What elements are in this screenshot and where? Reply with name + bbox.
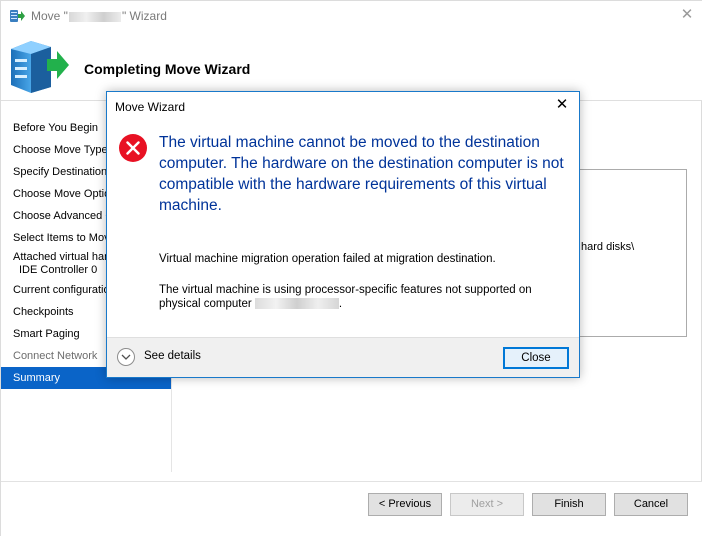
server-arrow-icon <box>11 41 69 93</box>
wizard-app-icon <box>10 10 25 22</box>
window-title: Move " " Wizard <box>31 9 167 23</box>
summary-panel: hard disks\ <box>575 169 687 337</box>
dialog-titlebar[interactable]: Move Wizard ✕ <box>107 92 579 120</box>
redacted-vm-name <box>68 11 121 22</box>
window-titlebar[interactable]: Move " " Wizard ✕ <box>1 1 702 31</box>
dialog-close-button[interactable]: ✕ <box>554 97 570 113</box>
dialog-footer: See details Close <box>107 337 579 377</box>
finish-button[interactable]: Finish <box>532 493 606 516</box>
error-detail-1: Virtual machine migration operation fail… <box>159 253 496 265</box>
page-title: Completing Move Wizard <box>84 61 251 77</box>
chevron-down-icon <box>121 354 131 360</box>
see-details-label[interactable]: See details <box>144 350 201 362</box>
previous-button[interactable]: < Previous <box>368 493 442 516</box>
close-button[interactable]: Close <box>503 347 569 369</box>
cancel-button[interactable]: Cancel <box>614 493 688 516</box>
window-close-button[interactable]: ✕ <box>679 7 695 23</box>
summary-panel-text: hard disks\ <box>581 241 635 253</box>
see-details-expander[interactable] <box>117 348 135 366</box>
error-detail-2: The virtual machine is using processor-s… <box>159 284 532 310</box>
redacted-computer-name <box>254 298 339 310</box>
wizard-footer: < Previous Next > Finish Cancel <box>1 481 702 536</box>
error-main-message: The virtual machine cannot be moved to t… <box>159 134 564 214</box>
error-icon <box>119 134 147 162</box>
error-dialog: Move Wizard ✕ The virtual machine cannot… <box>106 91 580 378</box>
next-button[interactable]: Next > <box>450 493 524 516</box>
dialog-title: Move Wizard <box>115 100 186 114</box>
